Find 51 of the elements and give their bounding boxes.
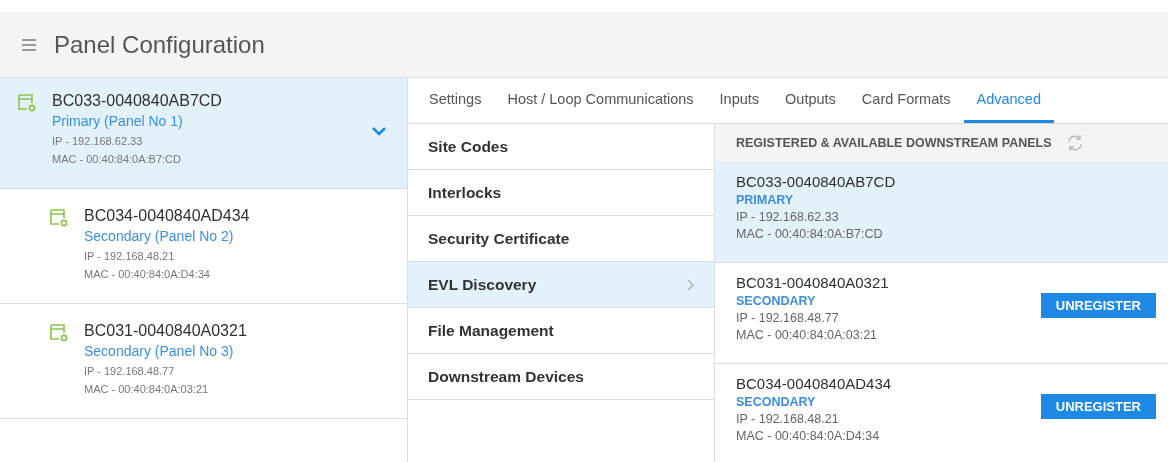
panel-icon bbox=[50, 324, 68, 342]
panel-mac: MAC - 00:40:84:0A:B7:CD bbox=[736, 227, 884, 241]
panel-role: Secondary (Panel No 3) bbox=[84, 343, 235, 359]
menu-item[interactable]: EVL Discovery bbox=[408, 262, 714, 308]
tab[interactable]: Card Formats bbox=[848, 78, 964, 123]
panel-item[interactable]: BC031-0040840A0321 Secondary (Panel No 3) IP - 192.168.48.77 MAC - 00:40:84:0A:03:21 bbox=[0, 304, 407, 419]
panel-item[interactable]: BC033-0040840AB7CD Primary (Panel No 1) IP - 192.168.62.33 MAC - 00:40:84:0A:B7:CD bbox=[0, 78, 407, 189]
menu-item[interactable]: Downstream Devices bbox=[408, 354, 714, 400]
panel-name: BC031-0040840A0321 bbox=[84, 322, 248, 340]
panel-mac: MAC - 00:40:84:0A:D4:34 bbox=[736, 429, 881, 443]
panel-ip: IP - 192.168.48.21 bbox=[736, 412, 840, 426]
downstream-panel-item[interactable]: BC034-0040840AD434 SECONDARY IP - 192.168.48.21 MAC - 00:40:84:0A:D4:34 UNREGISTER bbox=[715, 364, 1168, 462]
section-title: REGISTERED & AVAILABLE DOWNSTREAM PANELS bbox=[736, 136, 1052, 150]
menu-icon[interactable] bbox=[22, 38, 36, 51]
unregister-button[interactable]: UNREGISTER bbox=[1040, 394, 1156, 419]
tab[interactable]: Settings bbox=[416, 78, 495, 123]
panel-mac: MAC - 00:40:84:0A:B7:CD bbox=[52, 153, 182, 165]
panel-mac: MAC - 00:40:84:0A:03:21 bbox=[84, 383, 210, 395]
chevron-down-icon[interactable] bbox=[371, 126, 387, 136]
panel-icon bbox=[50, 209, 68, 227]
downstream-panel-item[interactable]: BC033-0040840AB7CD PRIMARY IP - 192.168.62.33 MAC - 00:40:84:0A:B7:CD bbox=[715, 162, 1168, 263]
panel-role: SECONDARY bbox=[736, 395, 817, 409]
menu-item[interactable]: Interlocks bbox=[408, 170, 714, 216]
panel-ip: IP - 192.168.48.77 bbox=[84, 365, 176, 377]
panel-ip: IP - 192.168.62.33 bbox=[736, 210, 840, 224]
panel-name: BC034-0040840AD434 bbox=[84, 207, 251, 225]
menu-item[interactable]: Site Codes bbox=[408, 124, 714, 170]
panel-name: BC031-0040840A0321 bbox=[736, 274, 889, 291]
panel-role: PRIMARY bbox=[736, 193, 795, 207]
panel-mac: MAC - 00:40:84:0A:03:21 bbox=[736, 328, 879, 342]
tab[interactable]: Host / Loop Communications bbox=[494, 78, 707, 123]
panel-ip: IP - 192.168.48.77 bbox=[736, 311, 840, 325]
panel-mac: MAC - 00:40:84:0A:D4:34 bbox=[84, 268, 211, 280]
panel-role: Secondary (Panel No 2) bbox=[84, 228, 235, 244]
panel-name: BC034-0040840AD434 bbox=[736, 375, 892, 392]
panel-icon bbox=[18, 94, 36, 112]
chevron-right-icon bbox=[687, 278, 694, 291]
panel-ip: IP - 192.168.62.33 bbox=[52, 135, 144, 147]
tab[interactable]: Outputs bbox=[772, 78, 849, 123]
panel-item[interactable]: BC034-0040840AD434 Secondary (Panel No 2) IP - 192.168.48.21 MAC - 00:40:84:0A:D4:34 bbox=[0, 189, 407, 304]
tab[interactable]: Inputs bbox=[706, 78, 773, 123]
panel-name: BC033-0040840AB7CD bbox=[736, 173, 896, 190]
panel-ip: IP - 192.168.48.21 bbox=[84, 250, 176, 262]
unregister-button[interactable]: UNREGISTER bbox=[1040, 293, 1156, 318]
menu-item[interactable]: File Management bbox=[408, 308, 714, 354]
panel-role: Primary (Panel No 1) bbox=[52, 113, 184, 129]
refresh-icon[interactable] bbox=[1065, 134, 1084, 152]
page-title: Panel Configuration bbox=[54, 30, 265, 59]
downstream-panel-item[interactable]: BC031-0040840A0321 SECONDARY IP - 192.168.48.77 MAC - 00:40:84:0A:03:21 UNREGISTER bbox=[715, 263, 1168, 364]
panel-role: SECONDARY bbox=[736, 294, 817, 308]
panel-name: BC033-0040840AB7CD bbox=[52, 92, 223, 110]
